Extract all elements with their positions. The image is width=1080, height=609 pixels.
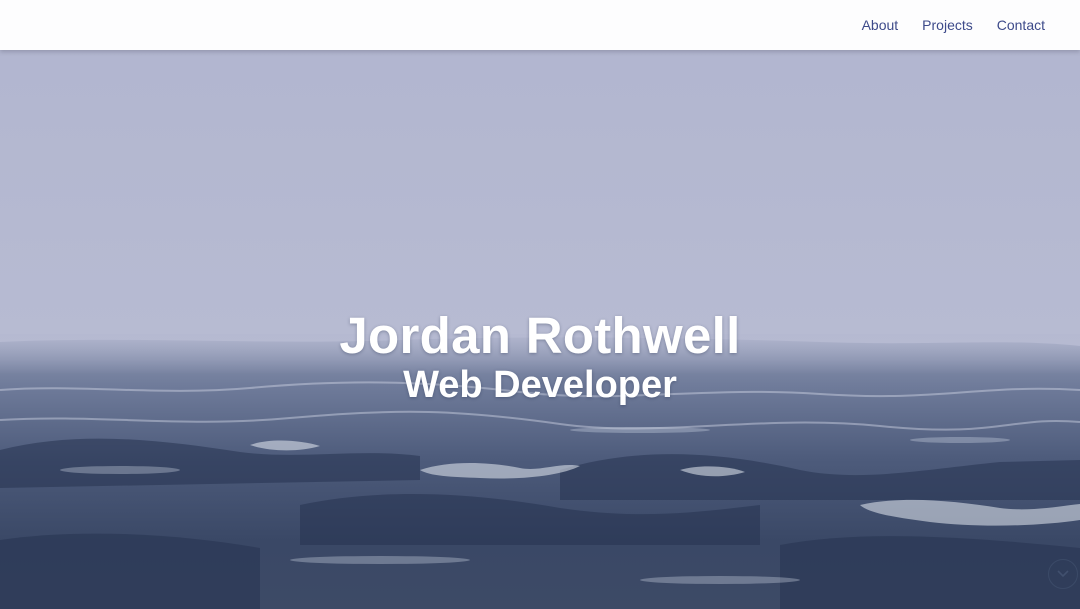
- hero-section: Jordan Rothwell Web Developer: [0, 0, 1080, 609]
- chevron-down-icon: [1057, 570, 1069, 578]
- nav-link-projects[interactable]: Projects: [922, 18, 973, 32]
- nav-link-about[interactable]: About: [862, 18, 899, 32]
- hero-title: Web Developer: [403, 364, 677, 406]
- hero-background-image: [0, 0, 1080, 609]
- hero-heading-group: Jordan Rothwell Web Developer: [0, 306, 1080, 406]
- scroll-down-button[interactable]: [1048, 559, 1078, 589]
- hero-name: Jordan Rothwell: [339, 307, 741, 364]
- top-navigation-bar: About Projects Contact: [0, 0, 1080, 50]
- nav-link-contact[interactable]: Contact: [997, 18, 1045, 32]
